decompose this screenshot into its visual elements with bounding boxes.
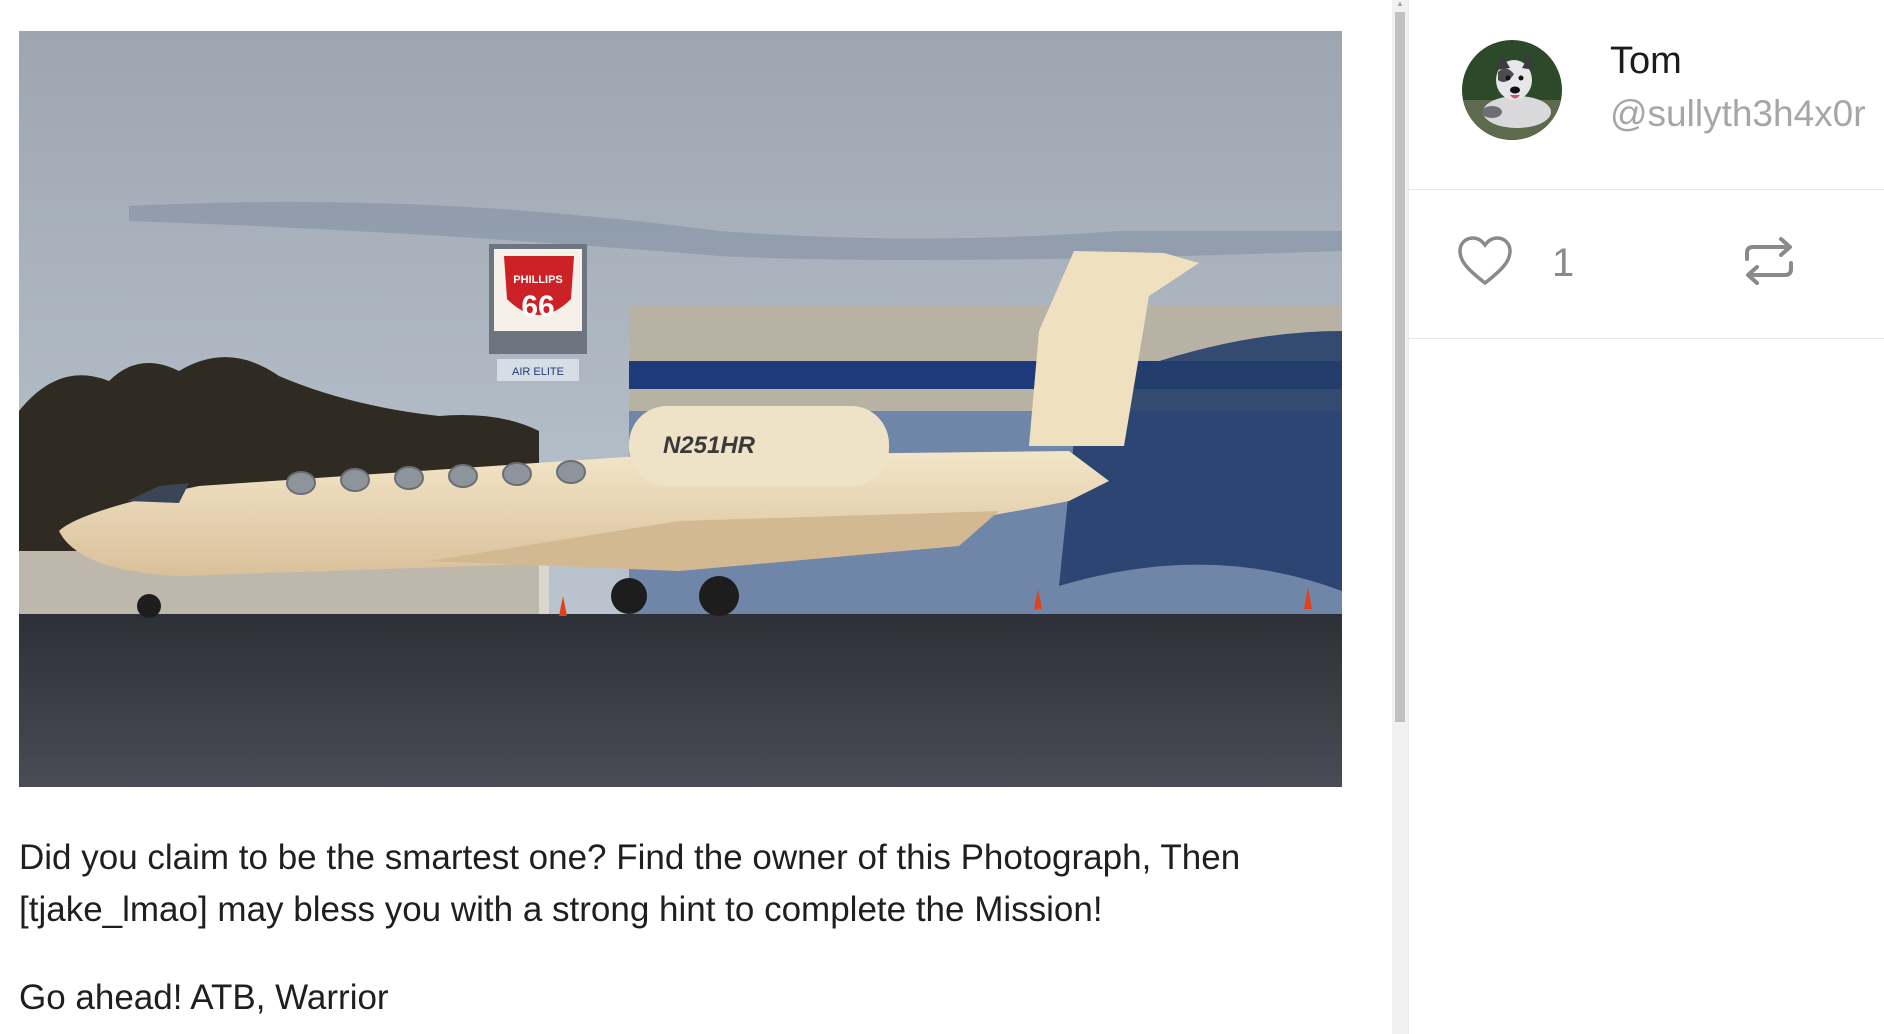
sign-number-text: 66 — [521, 290, 554, 323]
heart-icon — [1458, 236, 1512, 286]
sign-sub-text: AIR ELITE — [512, 366, 564, 378]
avatar[interactable] — [1462, 40, 1562, 140]
post-actions: 1 — [1409, 190, 1884, 339]
scrollbar-thumb[interactable] — [1395, 12, 1405, 722]
dog-avatar-icon — [1462, 40, 1562, 140]
like-count: 1 — [1552, 241, 1575, 285]
tail-number-text: N251HR — [663, 432, 756, 459]
repost-button[interactable] — [1741, 235, 1801, 295]
repost-icon — [1745, 237, 1793, 285]
post-main: PHILLIPS 66 AIR ELITE N251HR Did you cla… — [0, 0, 1392, 1034]
post-paragraph: Did you claim to be the smartest one? Fi… — [19, 838, 1241, 929]
author-card[interactable]: Tom @sullyth3h4x0r — [1409, 0, 1884, 190]
post-body: Did you claim to be the smartest one? Fi… — [19, 832, 1359, 1034]
author-name[interactable]: Tom — [1610, 40, 1682, 83]
like-button[interactable]: 1 — [1457, 235, 1617, 295]
post-photo[interactable]: PHILLIPS 66 AIR ELITE N251HR — [19, 31, 1342, 787]
scroll-up-arrow-icon[interactable]: ▲ — [1396, 0, 1404, 8]
scrollbar[interactable]: ▲ — [1392, 0, 1408, 1034]
sign-brand-text: PHILLIPS — [513, 274, 563, 286]
author-handle[interactable]: @sullyth3h4x0r — [1610, 93, 1866, 135]
page: PHILLIPS 66 AIR ELITE N251HR Did you cla… — [0, 0, 1884, 1034]
post-paragraph: Go ahead! ATB, Warrior — [19, 978, 389, 1017]
airplane-photo: PHILLIPS 66 AIR ELITE N251HR — [19, 31, 1342, 787]
sidebar: Tom @sullyth3h4x0r 1 — [1408, 0, 1884, 1034]
